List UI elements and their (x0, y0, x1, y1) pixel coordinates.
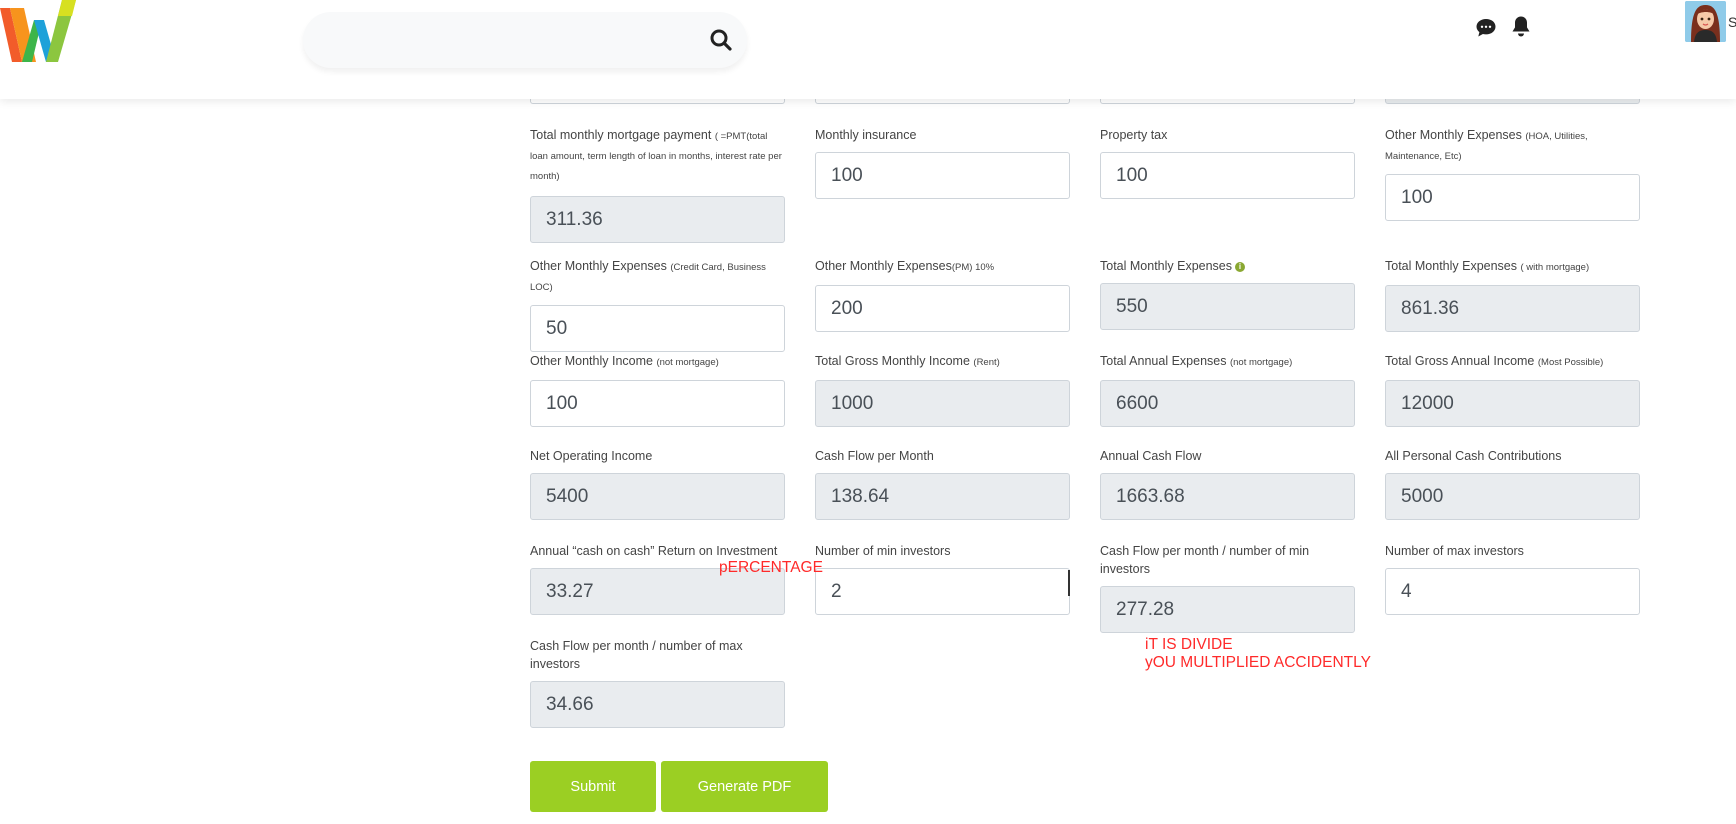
field-cash-on-cash-return: Annual “cash on cash” Return on Investme… (530, 542, 785, 615)
other-expenses-cc-input[interactable]: 50 (530, 305, 785, 352)
field-total-annual-expenses: Total Annual Expenses (not mortgage) 660… (1100, 352, 1355, 427)
personal-cash-contributions-field[interactable]: 5000 (1385, 473, 1640, 520)
field-label: Other Monthly Expenses(PM) 10% (815, 259, 995, 273)
other-expenses-hoa-input[interactable]: 100 (1385, 174, 1640, 221)
search-icon[interactable] (709, 28, 733, 52)
field-other-expenses-pm: Other Monthly Expenses(PM) 10% 200 (815, 257, 1070, 332)
field-max-investors: Number of max investors 4 (1385, 542, 1640, 615)
user-initial: S (1728, 14, 1736, 30)
field-label: Cash Flow per Month (815, 449, 934, 463)
field-annual-cash-flow: Annual Cash Flow 1663.68 (1100, 447, 1355, 520)
field-label: Annual Cash Flow (1100, 449, 1202, 463)
field-label: Cash Flow per month / number of min inve… (1100, 544, 1310, 576)
field-other-expenses-hoa: Other Monthly Expenses (HOA, Utilities, … (1385, 126, 1640, 221)
info-icon[interactable]: i (1235, 261, 1246, 272)
min-investors-input[interactable]: 2 (815, 568, 1070, 615)
field-property-tax: Property tax 100 (1100, 126, 1355, 199)
total-expenses-with-mortgage-field[interactable]: 861.36 (1385, 285, 1640, 332)
property-tax-input[interactable]: 100 (1100, 152, 1355, 199)
field-label: Annual “cash on cash” Return on Investme… (530, 544, 778, 558)
gross-annual-income-field[interactable]: 12000 (1385, 380, 1640, 427)
field-cash-flow-per-month: Cash Flow per Month 138.64 (815, 447, 1070, 520)
field-label: Other Monthly Income (not mortgage) (530, 354, 719, 368)
avatar[interactable] (1685, 1, 1726, 42)
monthly-insurance-input[interactable]: 100 (815, 152, 1070, 199)
field-net-operating-income: Net Operating Income 5400 (530, 447, 785, 520)
field-cash-flow-min-investors: Cash Flow per month / number of min inve… (1100, 542, 1355, 633)
field-gross-monthly-income: Total Gross Monthly Income (Rent) 1000 (815, 352, 1070, 427)
field-label: Cash Flow per month / number of max inve… (530, 639, 743, 671)
field-label: Total monthly mortgage payment ( =PMT(to… (530, 128, 782, 182)
field-min-investors: Number of min investors 2 (815, 542, 1070, 615)
field-label: Other Monthly Expenses (HOA, Utilities, … (1385, 128, 1588, 162)
annual-cash-flow-field[interactable]: 1663.68 (1100, 473, 1355, 520)
search-bar[interactable] (303, 12, 747, 68)
field-other-monthly-income: Other Monthly Income (not mortgage) 100 (530, 352, 785, 427)
other-expenses-pm-input[interactable]: 200 (815, 285, 1070, 332)
text-cursor (1068, 570, 1070, 596)
field-label: Total Monthly Expenses ( with mortgage) (1385, 259, 1590, 273)
field-gross-annual-income: Total Gross Annual Income (Most Possible… (1385, 352, 1640, 427)
field-label: Total Gross Annual Income (Most Possible… (1385, 354, 1604, 368)
cash-flow-min-investors-field[interactable]: 277.28 (1100, 586, 1355, 633)
annotation-percentage: pERCENTAGE (719, 559, 823, 576)
field-label: Number of max investors (1385, 544, 1524, 558)
field-monthly-insurance: Monthly insurance 100 (815, 126, 1070, 199)
brand-logo[interactable] (0, 0, 80, 66)
mortgage-payment-field[interactable]: 311.36 (530, 196, 785, 243)
field-label: Net Operating Income (530, 449, 653, 463)
field-personal-cash-contributions: All Personal Cash Contributions 5000 (1385, 447, 1640, 520)
annotation-divide: iT IS DIVIDE yOU MULTIPLIED ACCIDENTLY (1145, 636, 1371, 672)
chat-icon[interactable] (1475, 17, 1497, 39)
total-monthly-expenses-field[interactable]: 550 (1100, 283, 1355, 330)
field-label: Monthly insurance (815, 128, 917, 142)
generate-pdf-button[interactable]: Generate PDF (661, 761, 828, 812)
net-operating-income-field[interactable]: 5400 (530, 473, 785, 520)
field-label: Total Gross Monthly Income (Rent) (815, 354, 1000, 368)
field-mortgage-payment: Total monthly mortgage payment ( =PMT(to… (530, 126, 785, 243)
total-annual-expenses-field[interactable]: 6600 (1100, 380, 1355, 427)
field-label: All Personal Cash Contributions (1385, 449, 1562, 463)
submit-button[interactable]: Submit (530, 761, 656, 812)
field-total-monthly-expenses: Total Monthly Expenses i 550 (1100, 257, 1355, 330)
field-cash-flow-max-investors: Cash Flow per month / number of max inve… (530, 637, 785, 728)
field-label: Property tax (1100, 128, 1168, 142)
field-label: Total Annual Expenses (not mortgage) (1100, 354, 1293, 368)
annotation-line: iT IS DIVIDE (1145, 636, 1233, 653)
annotation-line: yOU MULTIPLIED ACCIDENTLY (1145, 654, 1371, 671)
max-investors-input[interactable]: 4 (1385, 568, 1640, 615)
top-header: S (0, 0, 1736, 99)
other-monthly-income-input[interactable]: 100 (530, 380, 785, 427)
field-label: Total Monthly Expenses i (1100, 257, 1355, 275)
field-label: Other Monthly Expenses (Credit Card, Bus… (530, 259, 766, 293)
field-label: Number of min investors (815, 544, 951, 558)
gross-monthly-income-field[interactable]: 1000 (815, 380, 1070, 427)
cash-flow-per-month-field[interactable]: 138.64 (815, 473, 1070, 520)
field-total-expenses-with-mortgage: Total Monthly Expenses ( with mortgage) … (1385, 257, 1640, 332)
cash-flow-max-investors-field[interactable]: 34.66 (530, 681, 785, 728)
bell-icon[interactable] (1511, 15, 1531, 38)
search-input[interactable] (323, 22, 687, 60)
field-other-expenses-cc: Other Monthly Expenses (Credit Card, Bus… (530, 257, 785, 352)
